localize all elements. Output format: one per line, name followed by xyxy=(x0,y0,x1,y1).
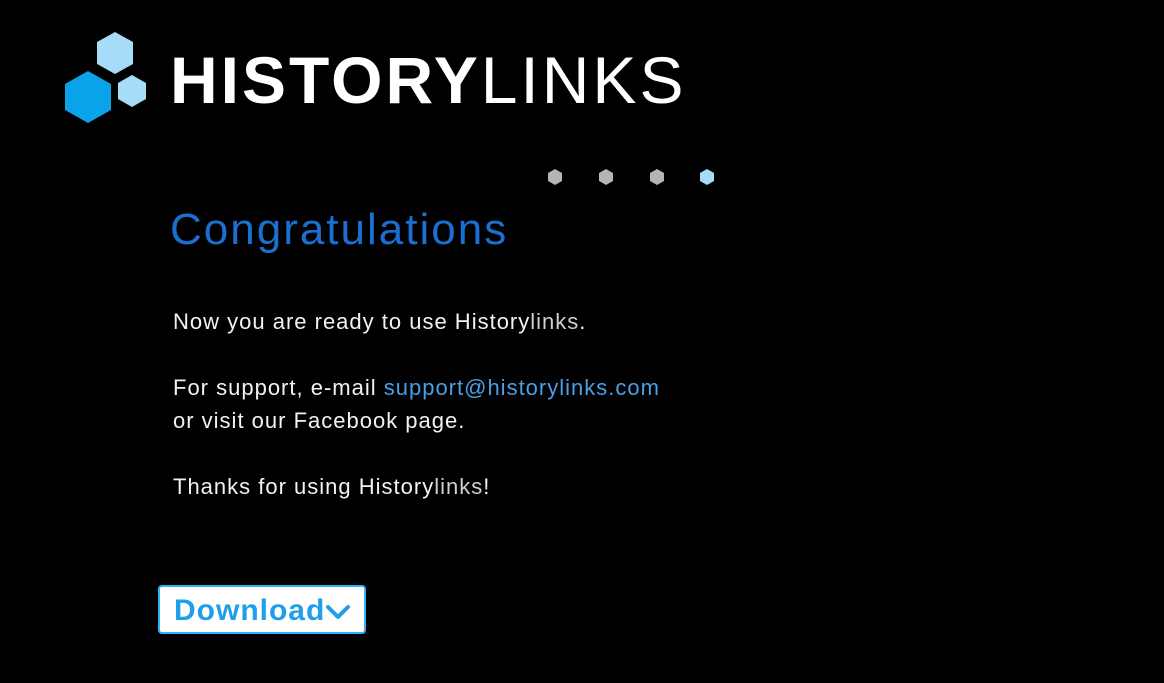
ready-text-links: links xyxy=(530,309,580,334)
thanks-text-end: ! xyxy=(483,474,491,499)
wizard-step-indicator xyxy=(547,168,727,186)
logo-wordmark: HISTORYLINKS xyxy=(170,45,686,115)
step-1-dot xyxy=(548,169,562,185)
step-2-dot xyxy=(599,169,613,185)
hexagon-logo-icon xyxy=(65,32,146,123)
download-button[interactable]: Download xyxy=(158,585,366,634)
ready-text-end: . xyxy=(579,309,587,334)
logo-wordmark-bold: HISTORY xyxy=(170,43,481,117)
ready-text: Now you are ready to use History xyxy=(173,309,531,334)
thanks-text: Thanks for using History xyxy=(173,474,435,499)
ready-message: Now you are ready to use Historylinks. xyxy=(173,305,813,338)
step-3-dot xyxy=(650,169,664,185)
download-button-label: Download xyxy=(174,594,326,627)
facebook-message: or visit our Facebook page. xyxy=(173,408,466,433)
support-message: For support, e-mail support@historylinks… xyxy=(173,371,813,404)
thanks-text-links: links xyxy=(434,474,484,499)
step-4-dot-active xyxy=(700,169,714,185)
support-text: For support, e-mail xyxy=(173,375,384,400)
page-title: Congratulations xyxy=(170,205,509,254)
chevron-down-icon xyxy=(326,605,350,619)
logo-wordmark-light: LINKS xyxy=(480,43,687,117)
support-email-link[interactable]: support@historylinks.com xyxy=(384,375,660,400)
message-body: Now you are ready to use Historylinks. F… xyxy=(173,305,813,503)
thanks-message: Thanks for using Historylinks! xyxy=(173,470,813,503)
historylinks-logo: HISTORYLINKS xyxy=(64,31,683,127)
